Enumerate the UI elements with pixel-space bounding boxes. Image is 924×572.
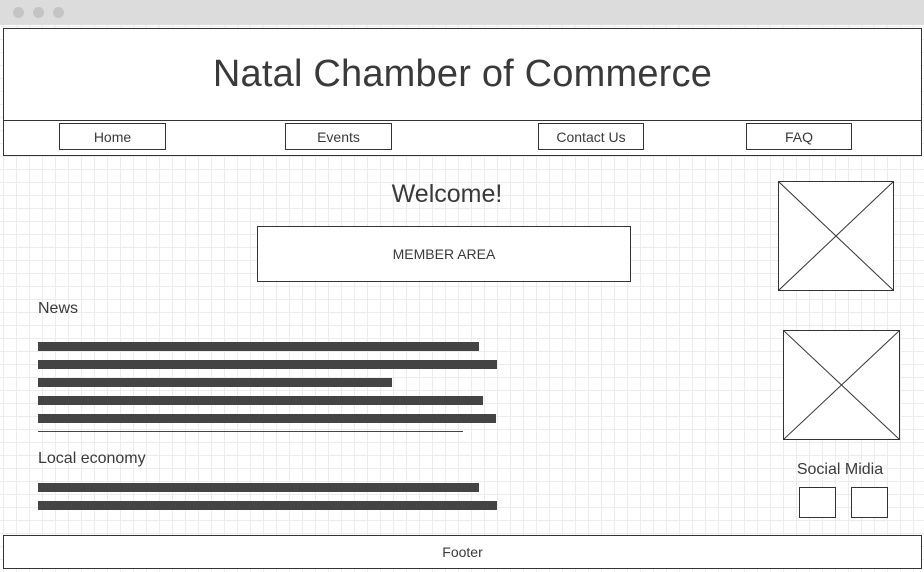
image-placeholder-icon — [783, 330, 900, 440]
social-media-button[interactable] — [799, 487, 836, 518]
news-text-line — [38, 414, 496, 423]
member-area-button[interactable]: MEMBER AREA — [257, 226, 631, 282]
window-minimize-icon[interactable] — [33, 7, 44, 18]
site-header: Natal Chamber of Commerce — [3, 28, 922, 121]
site-footer: Footer — [3, 535, 922, 569]
nav-bar: Home Events Contact Us FAQ — [3, 120, 922, 156]
browser-window: Natal Chamber of Commerce Home Events Co… — [0, 0, 924, 572]
social-media-heading: Social Midia — [796, 461, 884, 478]
local-economy-heading: Local economy — [38, 450, 146, 467]
local-economy-text-line — [38, 483, 479, 492]
section-divider — [38, 431, 463, 432]
news-text-line — [38, 396, 483, 405]
news-heading: News — [38, 300, 79, 317]
welcome-heading: Welcome! — [391, 180, 503, 208]
window-close-icon[interactable] — [13, 7, 24, 18]
footer-label: Footer — [442, 544, 483, 560]
nav-events-button[interactable]: Events — [285, 123, 392, 150]
image-placeholder-icon — [778, 181, 894, 291]
site-title: Natal Chamber of Commerce — [212, 53, 713, 95]
window-maximize-icon[interactable] — [53, 7, 64, 18]
nav-home-button[interactable]: Home — [59, 123, 166, 150]
window-titlebar — [0, 0, 924, 25]
social-media-button[interactable] — [851, 487, 888, 518]
nav-faq-button[interactable]: FAQ — [746, 123, 852, 150]
news-text-line — [38, 360, 497, 369]
local-economy-text-line — [38, 501, 497, 510]
news-text-line — [38, 342, 479, 351]
nav-contact-us-button[interactable]: Contact Us — [538, 123, 644, 150]
news-text-line — [38, 378, 392, 387]
